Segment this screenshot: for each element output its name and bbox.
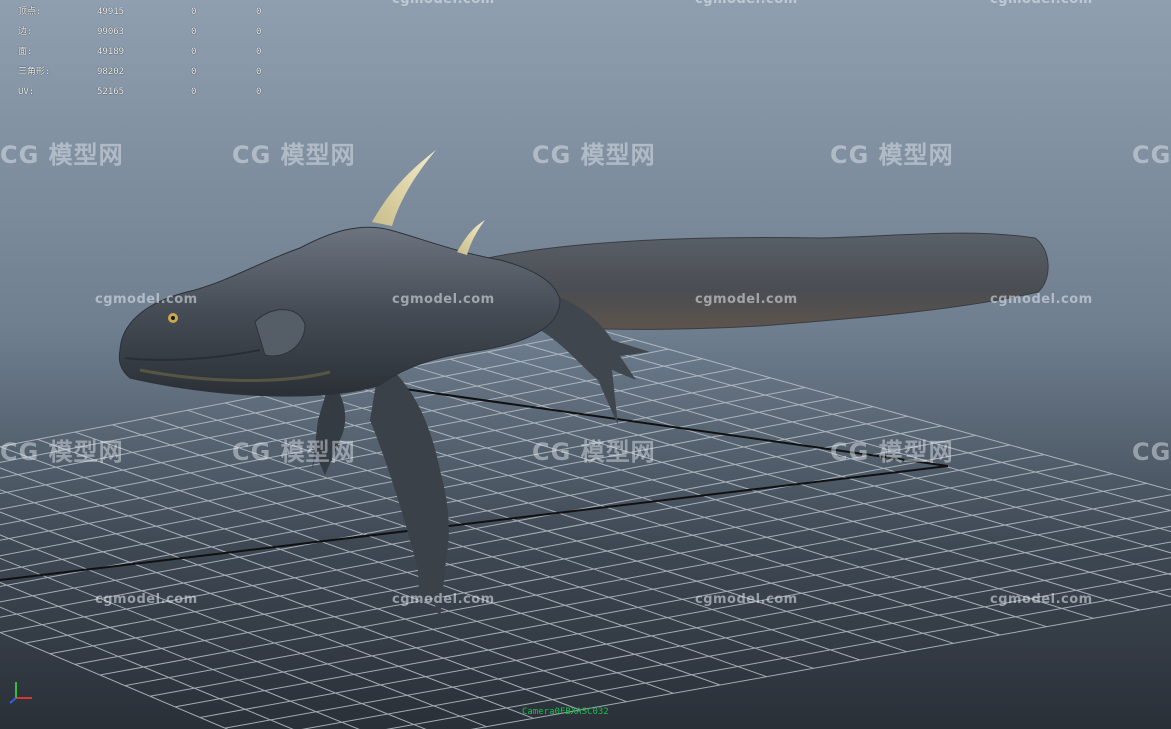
ground-grid: [0, 329, 1171, 729]
grid-line: [124, 494, 1171, 687]
grid-line: [301, 572, 1171, 729]
watermark-url: cgmodel.com: [392, 592, 495, 607]
hud-value: 0: [191, 27, 197, 37]
watermark-logo: CG 模型网: [1132, 141, 1171, 169]
hud-row-vertices: 顶点: 49915 0 0: [18, 2, 278, 22]
grid-line: [49, 463, 1079, 655]
hud-label: 边:: [18, 27, 33, 37]
grid-line: [337, 380, 1094, 619]
hud-value: 0: [256, 67, 262, 77]
watermark-logo: CG 模型网: [830, 438, 954, 466]
watermark-logo: CG 模型网: [0, 438, 124, 466]
creature-horn: [457, 220, 485, 255]
hud-value: 0: [256, 47, 262, 57]
hud-value: 52165: [97, 87, 125, 97]
watermark-url: cgmodel.com: [95, 292, 198, 307]
hud-value: 0: [256, 27, 262, 37]
camera-name-label: Camera0FBXASC032: [522, 707, 609, 717]
scene-canvas[interactable]: [0, 0, 1171, 729]
hud-value: 0: [191, 87, 197, 97]
hud-value: 99063: [97, 27, 125, 37]
hud-row-edges: 边: 99063 0 0: [18, 22, 278, 42]
watermark-logo: CG 模型网: [232, 438, 356, 466]
viewport[interactable]: 顶点: 49915 0 0 边: 99063 0 0 面: 49189 0 0 …: [0, 0, 1171, 729]
watermark-url: cgmodel.com: [695, 592, 798, 607]
hud-value: 0: [191, 47, 197, 57]
watermark-logo: CG 模型网: [232, 141, 356, 169]
grid-line: [487, 351, 1171, 554]
hud-row-uv: UV: 52165 0 0: [18, 82, 278, 102]
creature-horn: [372, 150, 436, 226]
watermark-logo: CG 模型网: [532, 438, 656, 466]
hud-value: 0: [256, 87, 262, 97]
hud-value: 0: [256, 7, 262, 17]
grid-line: [385, 588, 1171, 729]
watermark-logo: CG 模型网: [830, 141, 954, 169]
grid-line: [0, 425, 942, 603]
poly-count-hud: 顶点: 49915 0 0 边: 99063 0 0 面: 49189 0 0 …: [18, 2, 278, 102]
hud-row-triangles: 三角形: 98202 0 0: [18, 62, 278, 82]
hud-row-faces: 面: 49189 0 0: [18, 42, 278, 62]
hud-label: 面:: [18, 47, 33, 57]
watermark-url: cgmodel.com: [990, 292, 1093, 307]
hud-value: 98202: [97, 67, 125, 77]
watermark-logo: CG 模型网: [0, 141, 124, 169]
watermark-logo: CG 模型网: [532, 141, 656, 169]
watermark-url: cgmodel.com: [695, 0, 798, 7]
grid-line: [24, 454, 1045, 644]
hud-value: 49189: [97, 47, 125, 57]
watermark-url: cgmodel.com: [695, 292, 798, 307]
grid-line: [0, 557, 427, 729]
axis-gizmo-icon: [9, 682, 32, 704]
hud-value: 0: [191, 67, 197, 77]
grid-line: [74, 473, 1113, 665]
hud-value: 0: [191, 7, 197, 17]
watermark-url: cgmodel.com: [990, 592, 1093, 607]
watermark-url: cgmodel.com: [392, 292, 495, 307]
grid-line: [449, 358, 1171, 576]
hud-value: 49915: [97, 7, 125, 17]
grid-line: [374, 373, 1141, 611]
grid-line: [99, 482, 1147, 676]
hud-label: 三角形:: [18, 67, 51, 77]
hud-label: UV:: [18, 87, 35, 97]
grid-line: [0, 415, 908, 588]
watermark-logo: CG 模型网: [1132, 438, 1171, 466]
hud-label: 顶点:: [18, 7, 42, 17]
watermark-url: cgmodel.com: [95, 592, 198, 607]
watermark-url: cgmodel.com: [990, 0, 1093, 7]
watermark-url: cgmodel.com: [392, 0, 495, 7]
